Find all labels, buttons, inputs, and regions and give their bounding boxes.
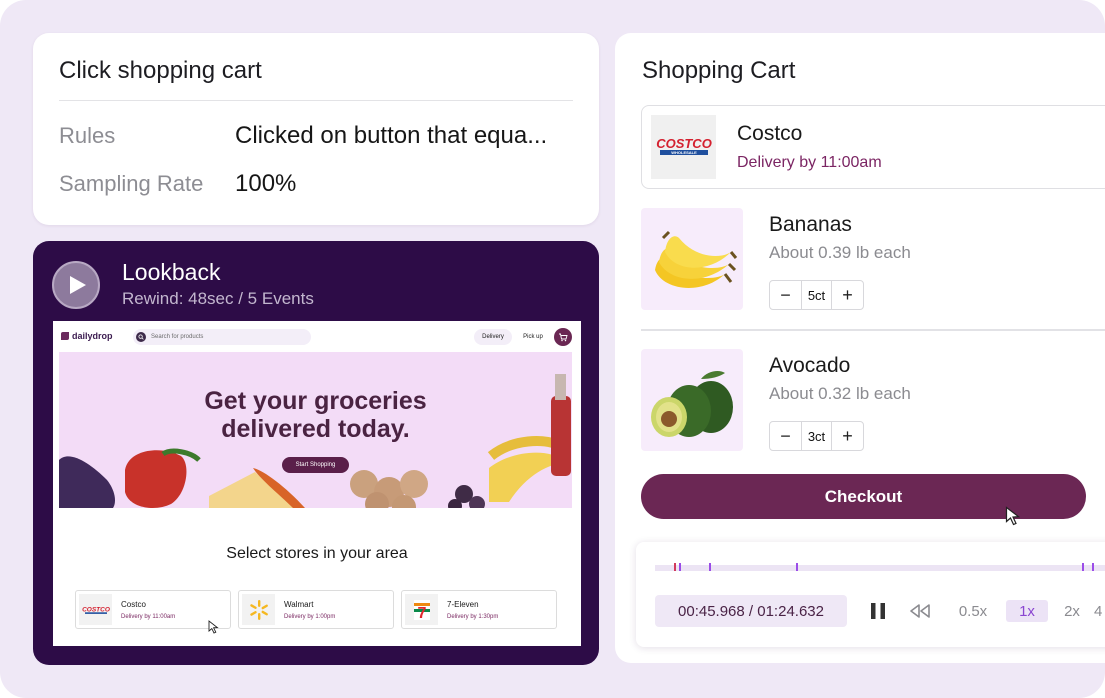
store-delivery: Delivery by 1:00pm [284, 614, 336, 620]
speed-4x[interactable]: 4 [1094, 600, 1105, 622]
stores-heading: Select stores in your area [226, 545, 408, 562]
item-desc-avocado: About 0.32 lb each [769, 384, 911, 403]
seven-eleven-logo: 7 [405, 594, 438, 625]
rules-card-title: Click shopping cart [59, 57, 262, 84]
logo-text: dailydrop [72, 331, 113, 341]
costco-logo: COSTCO [79, 594, 112, 625]
pause-button[interactable] [866, 595, 890, 627]
quantity-stepper-avocado: − 3ct + [769, 421, 864, 451]
rules-label: Rules [59, 123, 116, 148]
avocado-image [641, 349, 743, 451]
sampling-rate-label: Sampling Rate [59, 171, 204, 196]
plus-icon[interactable]: + [832, 281, 863, 309]
replay-player-bar: 00:45.968 / 01:24.632 0.5x 1x 2x 4 [636, 542, 1105, 647]
quantity-value: 5ct [801, 281, 832, 309]
cart-icon [559, 333, 568, 342]
tab-pickup[interactable]: Pick up [517, 329, 549, 345]
cart-title: Shopping Cart [642, 57, 796, 84]
search-icon [136, 332, 146, 342]
timeline-event-marker[interactable] [679, 563, 681, 571]
logo-mark-icon [61, 332, 69, 340]
cart-store-name: Costco [737, 122, 803, 145]
play-button[interactable] [52, 261, 100, 309]
cursor-icon [208, 620, 219, 634]
store-card-walmart[interactable]: Walmart Delivery by 1:00pm [238, 590, 394, 629]
timeline-event-marker[interactable] [796, 563, 798, 571]
play-icon [70, 276, 86, 294]
app-frame: Click shopping cart Rules Clicked on but… [0, 0, 1105, 698]
preview-search-input[interactable]: Search for products [133, 329, 311, 345]
store-name: 7-Eleven [447, 600, 479, 609]
search-placeholder: Search for products [151, 334, 204, 340]
speed-2x[interactable]: 2x [1057, 600, 1087, 622]
timeline-event-marker[interactable] [1082, 563, 1084, 571]
bananas-image [641, 208, 743, 310]
sampling-rate-value: 100% [235, 170, 297, 197]
quantity-stepper-bananas: − 5ct + [769, 280, 864, 310]
timeline-event-marker[interactable] [1092, 563, 1094, 571]
lookback-subtitle: Rewind: 48sec / 5 Events [122, 289, 314, 308]
rules-value: Clicked on button that equa... [235, 122, 548, 149]
svg-text:7: 7 [417, 605, 426, 622]
cursor-icon [1005, 506, 1021, 526]
speed-1x[interactable]: 1x [1006, 600, 1048, 622]
divider [59, 100, 573, 101]
item-name-avocado: Avocado [769, 354, 851, 377]
preview-cart-button[interactable] [554, 328, 572, 346]
lookback-card: Lookback Rewind: 48sec / 5 Events dailyd… [33, 241, 599, 665]
playback-time: 00:45.968 / 01:24.632 [655, 595, 847, 627]
item-name-bananas: Bananas [769, 213, 852, 236]
store-delivery: Delivery by 1:30pm [447, 614, 499, 620]
costco-logo: COSTCO WHOLESALE [651, 115, 716, 179]
minus-icon[interactable]: − [770, 422, 801, 450]
walmart-logo [242, 594, 275, 625]
rules-card: Click shopping cart Rules Clicked on but… [33, 33, 599, 225]
timeline-event-marker[interactable] [674, 563, 676, 571]
tab-delivery[interactable]: Delivery [474, 329, 512, 345]
store-card-7-eleven[interactable]: 7 7-Eleven Delivery by 1:30pm [401, 590, 557, 629]
groceries-illustration [59, 374, 571, 508]
item-desc-bananas: About 0.39 lb each [769, 243, 911, 262]
replay-timeline[interactable] [655, 563, 1105, 571]
dailydrop-logo[interactable]: dailydrop [61, 331, 113, 341]
plus-icon[interactable]: + [832, 422, 863, 450]
timeline-event-marker[interactable] [709, 563, 711, 571]
quantity-value: 3ct [801, 422, 832, 450]
cart-store-delivery: Delivery by 11:00am [737, 154, 882, 171]
rewind-icon [910, 604, 930, 618]
cart-store-header[interactable]: COSTCO WHOLESALE Costco Delivery by 11:00… [641, 105, 1105, 189]
rewind-button[interactable] [908, 595, 932, 627]
store-name: Walmart [284, 600, 314, 609]
divider [641, 329, 1105, 331]
store-delivery: Delivery by 11:00am [121, 614, 176, 620]
speed-0-5x[interactable]: 0.5x [953, 600, 993, 622]
session-replay-preview: dailydrop Search for products Delivery P… [53, 321, 581, 646]
store-name: Costco [121, 600, 146, 609]
costco-logo-text: COSTCO [656, 136, 712, 151]
pause-icon [871, 603, 885, 619]
hero-banner: Get your groceries delivered today. Star… [59, 352, 572, 508]
lookback-title: Lookback [122, 259, 221, 285]
minus-icon[interactable]: − [770, 281, 801, 309]
costco-logo-subtext: WHOLESALE [671, 150, 697, 155]
preview-navbar: dailydrop Search for products Delivery P… [53, 321, 581, 353]
